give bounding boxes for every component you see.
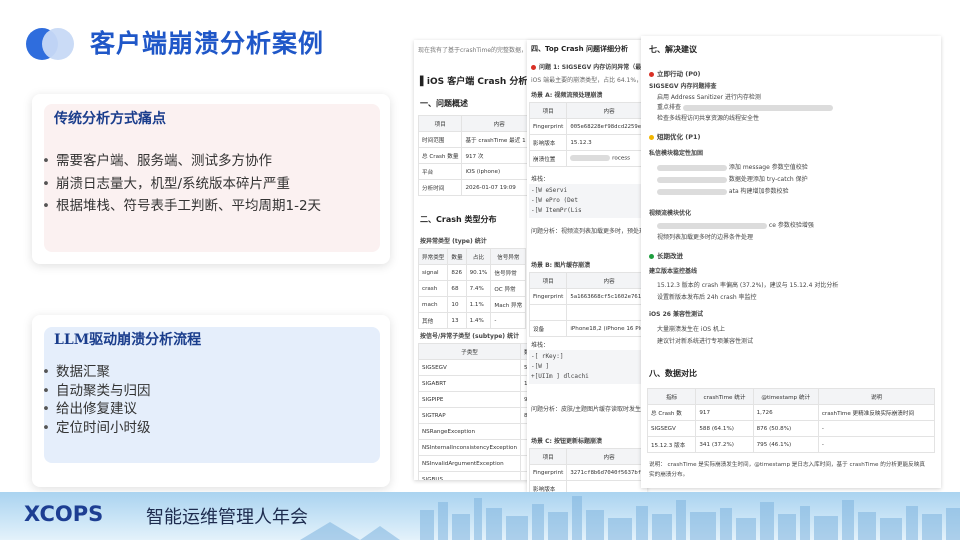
footer-banner: XCOPS 智能运维管理人年会	[0, 492, 960, 540]
stack-line: -[W eServi	[531, 187, 568, 194]
subtype-table: 子类型数 SIGSEGV5 SIGABRT1 SIGPIPE9 SIGTRAP8…	[417, 343, 534, 480]
red-dot-icon	[649, 71, 654, 77]
priority-heading: 短期优化 (P1)	[649, 131, 701, 141]
subheading: iOS 26 兼容性测试	[649, 311, 704, 318]
section-heading: 二、Crash 类型分布	[420, 215, 497, 224]
stack-line: +[UIIm ] dlcachi	[531, 373, 589, 380]
priority-heading: 长期改进	[649, 250, 683, 260]
type-table: 异常类型 数量 占比 信号异常 signal 826 90.1% 信号异常 crash 68 7…	[417, 248, 527, 329]
list-item: 数据汇聚	[42, 363, 151, 382]
stack-line: -[W ePro (Det	[531, 197, 578, 204]
stack-line: -[W ]	[531, 363, 550, 370]
analysis-text: 问题分析：皮肤/主题图片缓存读取时发生内存访	[531, 406, 647, 413]
analysis-text: 问题分析：视频流列表加载更多时，预处理视频	[531, 228, 647, 235]
list-item: 自动聚类与归因	[42, 382, 151, 401]
stack-block: -[W eServi -[W ePro (Det -[W ItemPr(Lis	[529, 184, 647, 218]
scene-title: 场景 A: 视频流预处理崩溃	[531, 92, 603, 99]
priority-heading: 立即行动 (P0)	[649, 68, 701, 78]
stack-line: -[W ItemPr(Lis	[531, 207, 582, 214]
event-name: 智能运维管理人年会	[146, 507, 308, 528]
scene-b-table: 项目 内容 Fingerprint 5a1663668cf5c1602e7613f …	[528, 272, 647, 337]
suggestion-item: 重点排查	[657, 102, 833, 111]
suggestion-item: 视频列表加载更多时的边界条件处理	[657, 234, 754, 241]
section-heading: 八、数据对比	[649, 369, 697, 378]
overview-table: 项目 内容 时间范围 基于 crashTime 最近 1 小 总 Crash 数量 9…	[417, 115, 538, 196]
scene-title: 场景 B: 图片缓存崩溃	[531, 262, 591, 269]
issue-title: 问题 1: SIGSEGV 内存访问异常（最	[531, 62, 641, 71]
stack-title: 堆栈：	[531, 342, 550, 349]
brand-logo: XCOPS	[24, 502, 104, 526]
suggestion-item: 15.12.3 版本的 crash 率偏高 (37.2%)，建议与 15.12.…	[657, 282, 839, 289]
suggestion-item: 大量崩溃发生在 iOS 机上	[657, 326, 726, 333]
suggestion-item: 添加 message 参数空值校验	[657, 162, 808, 171]
suggestion-item: 启用 Address Sanitizer 进行内存检测	[657, 94, 761, 101]
list-item: 给出修复建议	[42, 400, 151, 419]
city-skyline-graphic	[300, 496, 960, 540]
stack-line: -[ rKey:]	[531, 353, 564, 360]
suggestion-item: 检查多线程访问共享资源的线程安全性	[657, 115, 760, 122]
suggestion-item: ce 参数校验增强	[657, 220, 814, 229]
stack-title: 堆栈：	[531, 176, 550, 183]
note-text: 说明： crashTime 是实际崩溃发生时间，@timestamp 是日志入库…	[649, 462, 925, 468]
list-item: 崩溃日志量大，机型/系统版本碎片严重	[42, 173, 321, 196]
section-heading: 一、问题概述	[420, 99, 468, 108]
section-heading: 七、解决建议	[649, 45, 697, 54]
table-caption: 按异常类型 (type) 统计	[420, 238, 487, 245]
issue-desc: iOS 端最主要的崩溃类型，占比 64.1%，主	[531, 77, 647, 84]
yellow-dot-icon	[649, 134, 654, 140]
card-heading: 传统分析方式痛点	[54, 111, 166, 127]
suggestion-item: ata 构建增加参数校验	[657, 186, 789, 195]
slide-title: 客户端崩溃分析案例	[90, 29, 325, 58]
scene-title: 场景 C: 按钮更新标题崩溃	[531, 438, 602, 445]
green-dot-icon	[649, 253, 654, 259]
red-dot-icon	[531, 65, 536, 70]
report-screenshot-suggestions: 七、解决建议 立即行动 (P0) SIGSEGV 内存问题排查 启用 Addre…	[641, 36, 941, 488]
subheading: 建立版本监控基线	[649, 268, 698, 275]
card-heading: LLM驱动崩溃分析流程	[54, 332, 202, 348]
list-item: 需要客户端、服务端、测试多方协作	[42, 150, 321, 173]
section-heading: 四、Top Crash 问题详细分析	[531, 45, 629, 53]
subheading: 私信模块稳定性加固	[649, 150, 704, 157]
intro-text: 现在我有了基于crashTime的完整数据，让我生	[418, 47, 546, 54]
bullet-list: 需要客户端、服务端、测试多方协作 崩溃日志量大，机型/系统版本碎片严重 根据堆栈…	[42, 150, 321, 218]
stack-block: -[ rKey:] -[W ] +[UIIm ] dlcachi	[529, 350, 647, 384]
suggestion-item: 数据处理添加 try-catch 保护	[657, 174, 808, 183]
report-screenshot-top-crash: 四、Top Crash 问题详细分析 问题 1: SIGSEGV 内存访问异常（…	[527, 40, 647, 492]
scene-a-table: 项目 内容 Fingerprint 005e68228ef98dcd2259e6e …	[528, 102, 647, 167]
llm-flow-card: LLM驱动崩溃分析流程 数据汇聚 自动聚类与归因 给出修复建议 定位时间小时级	[32, 315, 390, 487]
list-item: 根据堆栈、符号表手工判断、平均周期1-2天	[42, 195, 321, 218]
logo-circles	[26, 28, 76, 60]
subheading: 视频流模块优化	[649, 210, 692, 217]
table-caption: 按信号/异常子类型 (subtype) 统计	[420, 333, 520, 340]
traditional-pain-points-card: 传统分析方式痛点 需要客户端、服务端、测试多方协作 崩溃日志量大，机型/系统版本…	[32, 94, 390, 264]
suggestion-item: 设置新版本发布后 24h crash 率监控	[657, 294, 757, 301]
list-item: 定位时间小时级	[42, 419, 151, 438]
scene-c-table: 项目 内容 Fingerprint 3271cf8b6d7040f5637bf74 …	[528, 448, 647, 492]
comparison-table: 指标 crashTime 统计 @timestamp 统计 说明 总 Crash 数9…	[646, 388, 936, 453]
suggestion-item: 建议针对新系统进行专项兼容性测试	[657, 338, 754, 345]
note-text: 实的崩溃分布。	[649, 472, 689, 478]
subheading: SIGSEGV 内存问题排查	[649, 83, 717, 90]
bullet-list: 数据汇聚 自动聚类与归因 给出修复建议 定位时间小时级	[42, 363, 151, 437]
